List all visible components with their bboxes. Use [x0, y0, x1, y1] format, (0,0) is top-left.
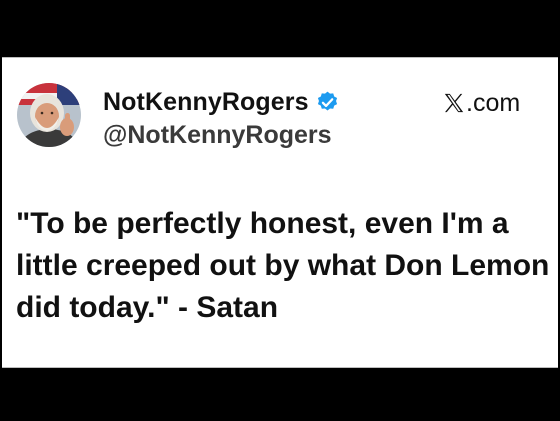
source-domain-suffix: .com: [466, 88, 521, 117]
avatar[interactable]: [17, 83, 81, 147]
post-text: "To be perfectly honest, even I'm a litt…: [16, 207, 550, 324]
author-handle[interactable]: @NotKennyRogers: [103, 121, 332, 150]
screenshot-frame: NotKennyRogers @NotKennyRogers .com "To …: [0, 0, 560, 421]
source-badge: .com: [443, 88, 520, 118]
verified-badge-icon: [315, 90, 340, 115]
display-name[interactable]: NotKennyRogers: [103, 88, 309, 117]
x-logo-icon: [443, 92, 465, 114]
author-name-row: NotKennyRogers: [103, 85, 340, 119]
avatar-image: [17, 83, 81, 147]
post-card: NotKennyRogers @NotKennyRogers .com "To …: [2, 57, 558, 368]
